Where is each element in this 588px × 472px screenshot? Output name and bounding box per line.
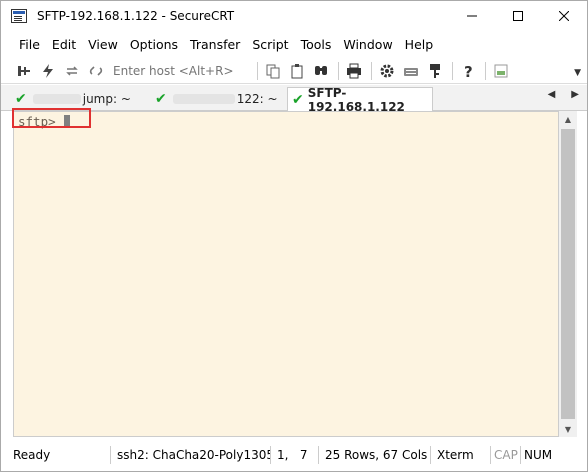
- paste-button[interactable]: [286, 60, 308, 82]
- reconnect-button[interactable]: [61, 60, 83, 82]
- status-cursor-position: 1, 7: [271, 446, 319, 464]
- connect-button[interactable]: [13, 60, 35, 82]
- terminal-area[interactable]: sftp>: [13, 111, 559, 437]
- status-caps: CAP: [491, 446, 521, 464]
- menu-transfer[interactable]: Transfer: [190, 37, 240, 52]
- status-bar: Ready ssh2: ChaCha20-Poly1305 1, 7 25 Ro…: [1, 443, 587, 467]
- disconnect-icon: [89, 65, 103, 76]
- prompt-line: sftp>: [18, 114, 70, 129]
- svg-text:?: ?: [464, 63, 473, 79]
- sftp-key-icon: [430, 63, 440, 78]
- copy-icon: [266, 64, 280, 78]
- key-agent-button[interactable]: [424, 60, 446, 82]
- menu-file[interactable]: File: [19, 37, 40, 52]
- toolbar-separator: [485, 61, 486, 80]
- menu-help[interactable]: Help: [405, 37, 434, 52]
- settings-icon: [380, 64, 394, 77]
- terminal-scrollbar[interactable]: ▲ ▼: [559, 111, 577, 437]
- quick-connect-button[interactable]: [37, 60, 59, 82]
- toolbar-separator: [257, 61, 258, 80]
- menu-options[interactable]: Options: [130, 37, 178, 52]
- menu-bar: File Edit View Options Transfer Script T…: [1, 33, 587, 55]
- securecrt-window: SFTP-192.168.1.122 - SecureCRT File Edit…: [0, 0, 588, 472]
- connect-icon: [18, 65, 30, 76]
- print-button[interactable]: [343, 60, 365, 82]
- tab-label: jump: ~: [82, 92, 131, 106]
- find-button[interactable]: [310, 60, 332, 82]
- image-icon: [494, 64, 508, 77]
- session-tab-bar: ✔ jump: ~ ✔ 122: ~ ✔ SFTP-192.168.1.122 …: [1, 85, 587, 114]
- reconnect-icon: [66, 65, 78, 76]
- paste-icon: [291, 63, 303, 78]
- title-bar: SFTP-192.168.1.122 - SecureCRT: [1, 1, 587, 31]
- toolbar-separator: [338, 61, 339, 80]
- host-input[interactable]: [109, 60, 249, 81]
- tab-scroll-left-icon[interactable]: ◀: [548, 89, 556, 100]
- keymap-button[interactable]: [400, 60, 422, 82]
- status-size: 25 Rows, 67 Cols: [319, 446, 431, 464]
- close-button[interactable]: [541, 1, 587, 31]
- tab-session-jump[interactable]: ✔ jump: ~: [11, 87, 147, 111]
- tab-label: 122: ~: [236, 92, 278, 106]
- image-button[interactable]: [490, 60, 512, 82]
- window-controls: [449, 1, 587, 31]
- toolbar-separator: [452, 61, 453, 80]
- scroll-down-icon[interactable]: ▼: [559, 421, 577, 437]
- connected-check-icon: ✔: [155, 91, 167, 107]
- maximize-button[interactable]: [495, 1, 541, 31]
- minimize-button[interactable]: [449, 1, 495, 31]
- copy-button[interactable]: [262, 60, 284, 82]
- maximize-icon: [513, 11, 523, 21]
- keymap-icon: [404, 67, 418, 76]
- menu-view[interactable]: View: [88, 37, 118, 52]
- redacted-text: [172, 94, 235, 104]
- session-options-button[interactable]: [376, 60, 398, 82]
- print-icon: [347, 63, 361, 78]
- tab-scroll-right-icon[interactable]: ▶: [571, 89, 579, 100]
- status-terminal-type: Xterm: [431, 446, 491, 464]
- window-title: SFTP-192.168.1.122 - SecureCRT: [37, 9, 235, 23]
- close-icon: [559, 11, 569, 21]
- minimize-icon: [467, 15, 477, 17]
- status-cipher: ssh2: ChaCha20-Poly1305: [111, 446, 271, 464]
- menu-script[interactable]: Script: [252, 37, 288, 52]
- menu-window[interactable]: Window: [343, 37, 392, 52]
- menu-edit[interactable]: Edit: [52, 37, 76, 52]
- toolbar: ? ▼: [1, 58, 587, 84]
- help-button[interactable]: ?: [457, 60, 479, 82]
- tab-sftp-active[interactable]: ✔ SFTP-192.168.1.122: [287, 85, 433, 114]
- sftp-prompt: sftp>: [18, 114, 56, 129]
- terminal-cursor: [63, 115, 70, 128]
- redacted-text: [32, 94, 81, 104]
- securecrt-app-icon: [11, 9, 27, 23]
- disconnect-button[interactable]: [85, 60, 107, 82]
- toolbar-separator: [371, 61, 372, 80]
- tab-session-122[interactable]: ✔ 122: ~: [151, 87, 285, 111]
- quick-connect-icon: [43, 63, 53, 78]
- toolbar-overflow-icon[interactable]: ▼: [574, 68, 581, 78]
- connected-check-icon: ✔: [292, 91, 304, 108]
- scroll-thumb[interactable]: [561, 129, 575, 419]
- tab-scroll-arrows: ◀ ▶: [548, 89, 579, 100]
- connected-check-icon: ✔: [15, 91, 27, 107]
- tab-label: SFTP-192.168.1.122: [307, 85, 405, 114]
- menu-tools[interactable]: Tools: [301, 37, 332, 52]
- status-ready: Ready: [1, 446, 111, 464]
- status-num: NUM: [524, 448, 553, 462]
- scroll-up-icon[interactable]: ▲: [559, 111, 577, 127]
- find-icon: [315, 65, 327, 75]
- help-icon: ?: [464, 63, 473, 79]
